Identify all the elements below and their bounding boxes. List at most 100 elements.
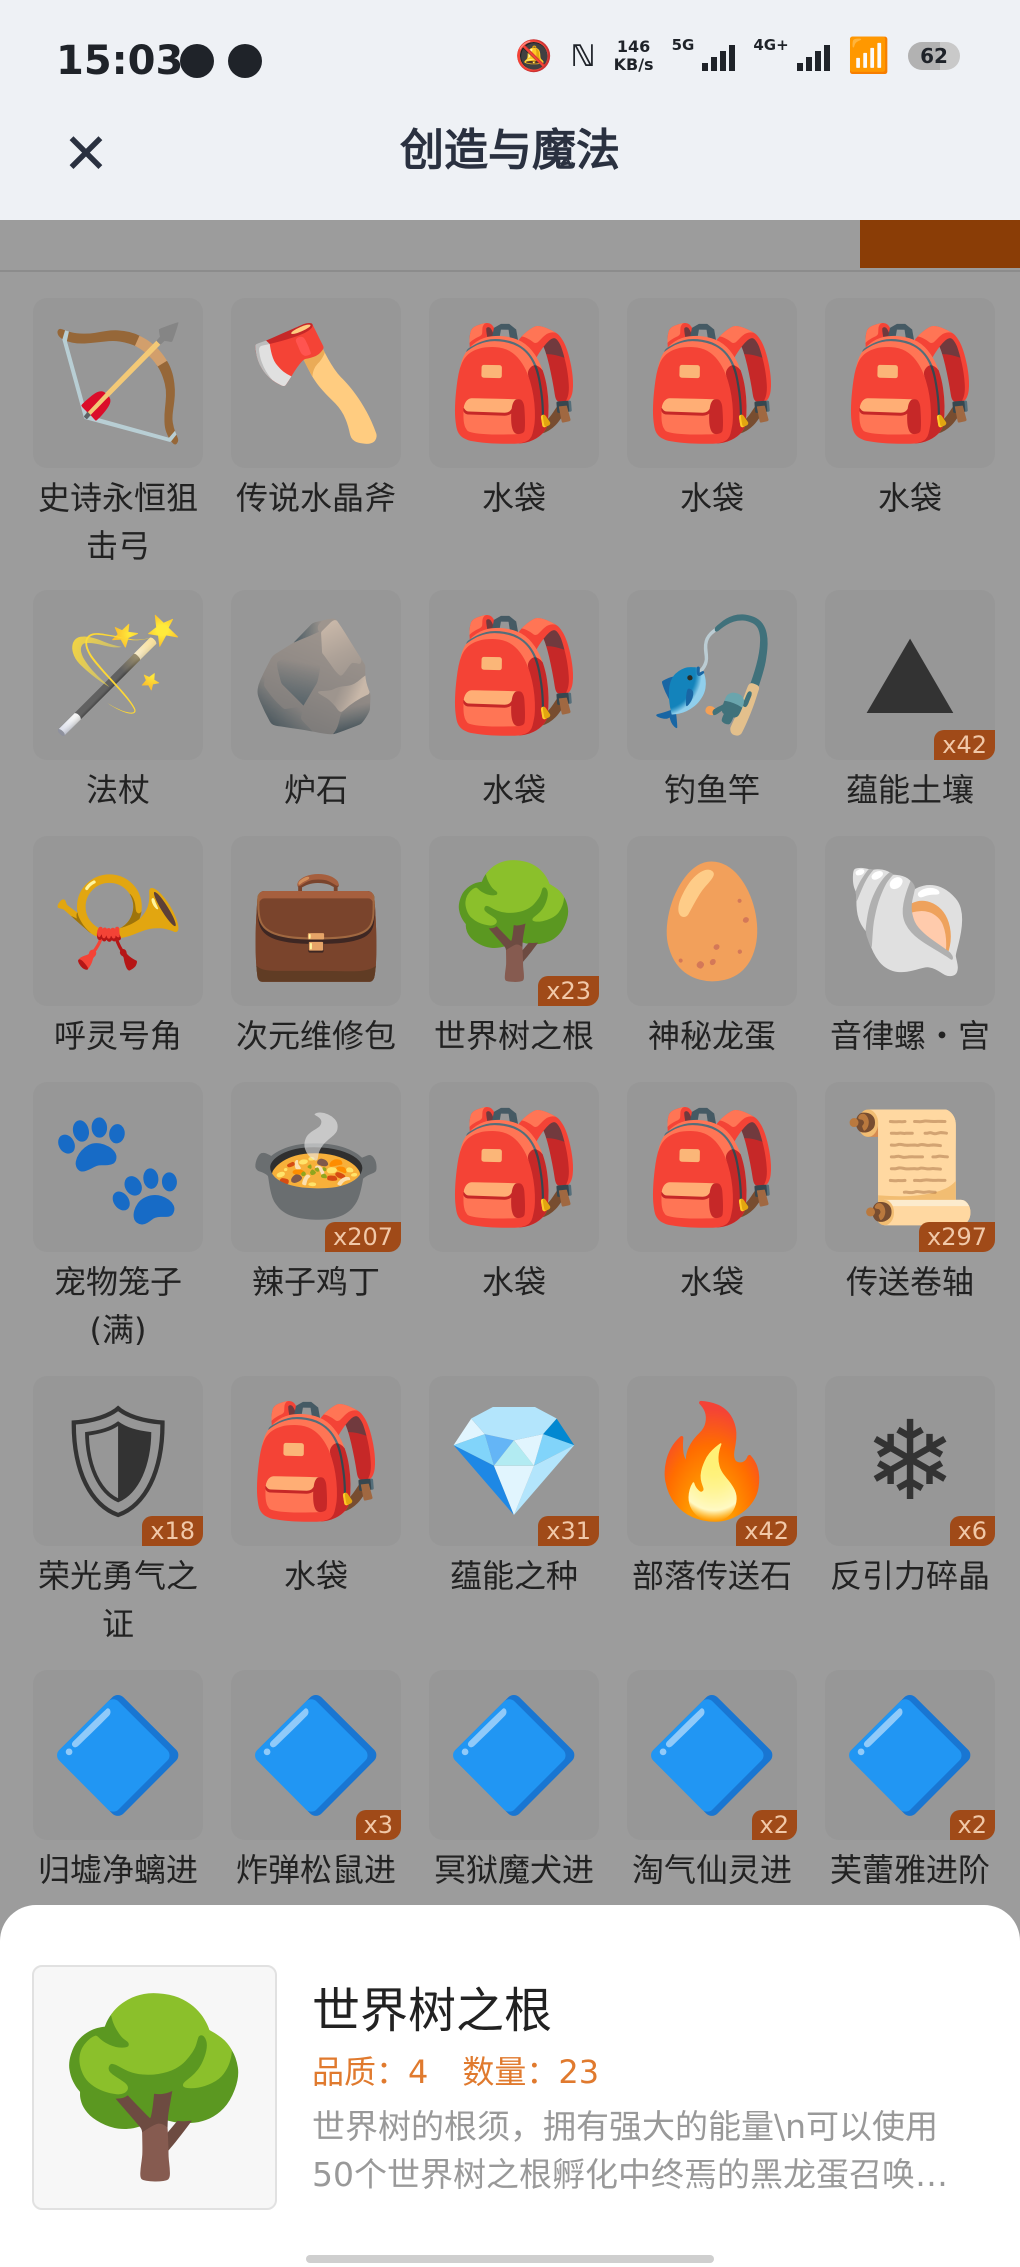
item-count-badge: x42: [934, 730, 995, 760]
battery-icon: 62: [908, 42, 960, 70]
gem-token-icon: 🔷 x2: [825, 1670, 995, 1840]
item-name: 史诗永恒狙击弓: [37, 479, 198, 565]
tab-active-indicator[interactable]: [860, 220, 1020, 268]
item-detail-sheet: 🌳 世界树之根 品质：4 数量：23 世界树的根须，拥有强大的能量\n可以使用 …: [0, 1905, 1020, 2267]
nfc-icon: ℕ: [570, 38, 596, 74]
item-cell[interactable]: 🪓 传说水晶斧: [226, 298, 406, 522]
item-cell[interactable]: 🐚 音律螺・宫: [820, 836, 1000, 1060]
item-cell[interactable]: 🎒 水袋: [622, 298, 802, 522]
wechat-icon: [228, 44, 262, 78]
item-cell[interactable]: 💼 次元维修包: [226, 836, 406, 1060]
item-cell[interactable]: 🏹 史诗永恒狙击弓: [28, 298, 208, 570]
gem-token-icon: 🔷: [33, 1670, 203, 1840]
item-name: 水袋: [481, 1263, 546, 1301]
item-cell[interactable]: 🔷 归墟净螭进: [28, 1670, 208, 1894]
scroll-icon: 📜 x297: [825, 1082, 995, 1252]
item-name: 世界树之根: [433, 1017, 594, 1055]
detail-description: 世界树的根须，拥有强大的能量\n可以使用 50个世界树之根孵化中终焉的黑龙蛋召唤…: [312, 2107, 948, 2194]
item-count-badge: x42: [736, 1516, 797, 1546]
conch-icon: 🐚: [825, 836, 995, 1006]
item-cell[interactable]: 📯 呼灵号角: [28, 836, 208, 1060]
item-name: 部落传送石: [631, 1557, 792, 1595]
axe-icon: 🪓: [231, 298, 401, 468]
item-cell[interactable]: 🎒 水袋: [622, 1082, 802, 1306]
item-cell[interactable]: 🔷 x3 炸弹松鼠进: [226, 1670, 406, 1894]
waterbag-icon: 🎒: [429, 590, 599, 760]
gem-token-icon: 🔷 x3: [231, 1670, 401, 1840]
horn-icon: 📯: [33, 836, 203, 1006]
item-name: 传送卷轴: [845, 1263, 974, 1301]
item-name: 蕴能之种: [449, 1557, 578, 1595]
item-cell[interactable]: 🥚 神秘龙蛋: [622, 836, 802, 1060]
waterbag-icon: 🎒: [231, 1376, 401, 1546]
item-cell[interactable]: 🪄 法杖: [28, 590, 208, 814]
item-cell[interactable]: 🎒 水袋: [820, 298, 1000, 522]
item-cell[interactable]: 🔷 x2 淘气仙灵进: [622, 1670, 802, 1894]
item-cell[interactable]: 🌳 x23 世界树之根: [424, 836, 604, 1060]
item-cell[interactable]: ⛰ x42 蕴能土壤: [820, 590, 1000, 814]
gem-token-icon: 🔷 x2: [627, 1670, 797, 1840]
item-cell[interactable]: 🔥 x42 部落传送石: [622, 1376, 802, 1600]
item-cell[interactable]: 🎒 水袋: [226, 1376, 406, 1600]
signal-4g-icon: [796, 41, 830, 71]
item-name: 音律螺・宫: [829, 1017, 990, 1055]
item-cell[interactable]: 🎒 水袋: [424, 590, 604, 814]
item-cell[interactable]: 🎒 水袋: [424, 1082, 604, 1306]
item-count-badge: x3: [355, 1810, 401, 1840]
network-speed: 146 KB/s: [613, 37, 654, 74]
detail-quality: 品质：4: [312, 2053, 429, 2091]
item-name: 淘气仙灵进: [631, 1851, 792, 1889]
detail-count: 数量：23: [462, 2053, 600, 2091]
item-name: 水袋: [481, 771, 546, 809]
item-count-badge: x23: [538, 976, 599, 1006]
home-indicator[interactable]: [306, 2255, 714, 2263]
item-name: 水袋: [481, 479, 546, 517]
soil-icon: ⛰ x42: [825, 590, 995, 760]
waterbag-icon: 🎒: [825, 298, 995, 468]
hearthstone-icon: 🪨: [231, 590, 401, 760]
item-name: 水袋: [283, 1557, 348, 1595]
item-cell[interactable]: 🪨 炉石: [226, 590, 406, 814]
teleport-stone-icon: 🔥 x42: [627, 1376, 797, 1546]
item-name: 炸弹松鼠进: [235, 1851, 396, 1889]
badge-mask-icon: 🛡 x18: [33, 1376, 203, 1546]
dragon-egg-icon: 🥚: [627, 836, 797, 1006]
fishing-rod-icon: 🎣: [627, 590, 797, 760]
item-name: 蕴能土壤: [845, 771, 974, 809]
item-cell[interactable]: 🎣 钓鱼竿: [622, 590, 802, 814]
signal-5g-icon: [702, 41, 736, 71]
item-count-badge: x6: [949, 1516, 995, 1546]
item-name: 辣子鸡丁: [251, 1263, 380, 1301]
antigravity-shard-icon: ❄ x6: [825, 1376, 995, 1546]
mute-icon: 🔕: [515, 38, 553, 74]
qq-icon: [180, 44, 214, 78]
item-name: 法杖: [85, 771, 150, 809]
item-name: 归墟净螭进: [37, 1851, 198, 1889]
gem-token-icon: 🔷: [429, 1670, 599, 1840]
waterbag-icon: 🎒: [627, 298, 797, 468]
item-name: 钓鱼竿: [663, 771, 760, 809]
item-count-badge: x207: [324, 1222, 401, 1252]
crystal-seed-icon: 💎 x31: [429, 1376, 599, 1546]
wifi-icon: 📶: [847, 36, 890, 76]
item-count-badge: x297: [918, 1222, 995, 1252]
item-cell[interactable]: 🐾 宠物笼子(满): [28, 1082, 208, 1354]
item-cell[interactable]: ❄ x6 反引力碎晶: [820, 1376, 1000, 1600]
item-cell[interactable]: 📜 x297 传送卷轴: [820, 1082, 1000, 1306]
waterbag-icon: 🎒: [429, 298, 599, 468]
item-cell[interactable]: 💎 x31 蕴能之种: [424, 1376, 604, 1600]
item-cell[interactable]: 🛡 x18 荣光勇气之证: [28, 1376, 208, 1648]
item-cell[interactable]: 🎒 水袋: [424, 298, 604, 522]
item-cell[interactable]: 🔷 x2 芙蕾雅进阶: [820, 1670, 1000, 1894]
page-title: 创造与魔法: [400, 125, 620, 176]
detail-meta: 品质：4 数量：23: [312, 2047, 599, 2093]
item-name: 水袋: [877, 479, 942, 517]
item-name: 水袋: [679, 1263, 744, 1301]
item-name: 神秘龙蛋: [647, 1017, 776, 1055]
item-cell[interactable]: 🍲 x207 辣子鸡丁: [226, 1082, 406, 1306]
item-count-badge: x18: [142, 1516, 203, 1546]
item-cell[interactable]: 🔷 冥狱魔犬进: [424, 1670, 604, 1894]
item-name: 次元维修包: [235, 1017, 396, 1055]
item-name: 宠物笼子(满): [53, 1263, 182, 1349]
item-name: 芙蕾雅进阶: [829, 1851, 990, 1889]
